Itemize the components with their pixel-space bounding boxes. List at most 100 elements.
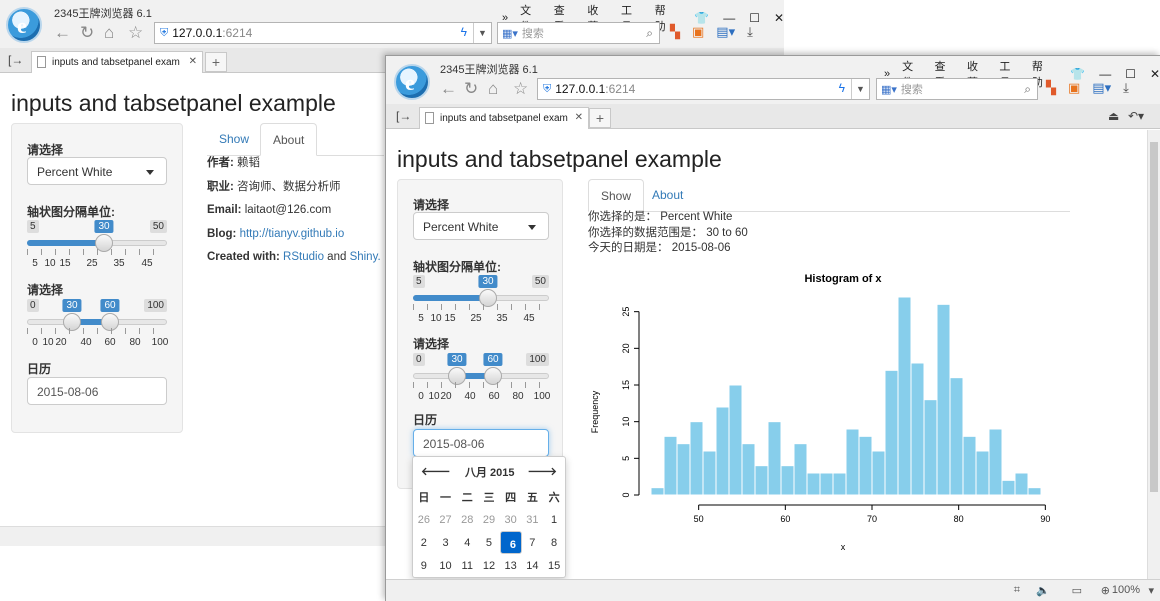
screenshot-icon[interactable]: ▤▾	[1092, 80, 1111, 96]
day-cell[interactable]: 26	[413, 508, 435, 531]
day-cell[interactable]: 31	[522, 508, 544, 531]
range-slider[interactable]: 0 100 30 60 0 10 20 40 60 80 100	[413, 353, 550, 415]
prev-month-icon[interactable]: 🡐	[421, 464, 451, 478]
range-slider[interactable]: 0 100 30 60 0 10 20 40 60 80 100	[27, 299, 168, 361]
back-icon[interactable]: ←	[54, 23, 71, 43]
day-cell[interactable]: 2	[413, 531, 435, 554]
day-cell[interactable]: 9	[413, 554, 435, 577]
day-cell-selected[interactable]: 6	[499, 531, 522, 554]
day-cell[interactable]: 11	[456, 554, 478, 577]
shiny-link[interactable]: Shiny.	[350, 251, 381, 263]
day-cell[interactable]: 14	[522, 554, 544, 577]
apps-icon[interactable]: ▚	[670, 24, 680, 40]
apps-icon[interactable]: ▚	[1046, 80, 1056, 96]
resource-icon[interactable]: ⌗	[1014, 584, 1020, 597]
tick-label: 40	[464, 391, 476, 402]
refresh-icon[interactable]: ↻	[80, 23, 94, 43]
scrollbar-thumb[interactable]	[1150, 142, 1158, 492]
zoom-level[interactable]: 100%	[1112, 584, 1140, 596]
close-button[interactable]: ✕	[774, 11, 784, 25]
histogram-bar	[1001, 479, 1016, 496]
close-button[interactable]: ✕	[1150, 67, 1160, 81]
bins-slider[interactable]: 5 50 30 5 10 15 25 35 45	[27, 220, 167, 282]
download-icon[interactable]: ⤓	[747, 24, 753, 40]
day-cell[interactable]: 4	[456, 531, 478, 554]
date-input[interactable]: 2015-08-06	[413, 429, 549, 457]
star-icon[interactable]: ☆	[128, 23, 143, 43]
tick-label: 20	[55, 337, 67, 348]
search-engine-icon[interactable]: ▦▾	[881, 83, 897, 96]
day-cell[interactable]: 30	[500, 508, 522, 531]
browser-tab[interactable]: inputs and tabsetpanel exam ✕	[31, 51, 203, 73]
new-tab-button[interactable]: +	[589, 108, 611, 128]
search-icon[interactable]: ⌕	[1024, 82, 1031, 97]
home-icon[interactable]: ⌂	[488, 79, 498, 99]
tab-close-icon[interactable]: ✕	[575, 112, 583, 123]
clean-icon[interactable]: ⏏	[1108, 109, 1119, 123]
y-tick-label: 10	[621, 417, 631, 427]
search-box[interactable]: ▦▾ 搜索 ⌕	[497, 22, 660, 44]
address-bar[interactable]: ⛨ 127.0.0.1:6214 ϟ ▼	[537, 78, 870, 100]
lightning-icon[interactable]: ϟ	[461, 25, 467, 39]
day-cell[interactable]: 29	[478, 508, 500, 531]
histogram-bar	[689, 421, 704, 496]
star-icon[interactable]: ☆	[513, 79, 528, 99]
day-cell[interactable]: 3	[435, 531, 457, 554]
sidebar-toggle-icon[interactable]: [→	[8, 53, 23, 67]
zoom-icon[interactable]: ⊕	[1101, 584, 1110, 597]
refresh-icon[interactable]: ↻	[464, 79, 478, 99]
day-cell[interactable]: 27	[435, 508, 457, 531]
chevron-down-icon[interactable]: ▼	[851, 79, 869, 99]
datepicker-title[interactable]: 八月 2015	[465, 464, 515, 480]
next-month-icon[interactable]: 🡒	[528, 464, 558, 478]
blog-link[interactable]: http://tianyv.github.io	[240, 228, 345, 240]
browser-tab[interactable]: inputs and tabsetpanel exam ✕	[419, 107, 589, 129]
undo-icon[interactable]: ↶▾	[1128, 109, 1144, 123]
day-cell[interactable]: 8	[543, 531, 565, 554]
bins-slider[interactable]: 5 50 30 5 10 15 25 35 45	[413, 275, 549, 337]
zoom-chevron-icon[interactable]: ▾	[1148, 584, 1154, 597]
search-box[interactable]: ▦▾ 搜索 ⌕	[876, 78, 1038, 100]
day-cell[interactable]: 13	[500, 554, 522, 577]
back-icon[interactable]: ←	[440, 79, 457, 99]
speaker-icon[interactable]: 🔈	[1036, 584, 1050, 597]
tab-close-icon[interactable]: ✕	[189, 56, 197, 67]
rstudio-link[interactable]: RStudio	[283, 251, 324, 263]
screenshot-icon[interactable]: ▤▾	[716, 24, 735, 40]
vertical-scrollbar[interactable]	[1147, 130, 1160, 579]
new-tab-button[interactable]: +	[205, 52, 227, 72]
home-icon[interactable]: ⌂	[104, 23, 114, 43]
day-cell[interactable]: 12	[478, 554, 500, 577]
sidebar-toggle-icon[interactable]: [→	[396, 109, 411, 123]
image-icon[interactable]: ▣	[1068, 80, 1080, 96]
created-label: Created with:	[207, 251, 280, 263]
tab-show[interactable]: Show	[588, 179, 645, 212]
image-icon[interactable]: ▣	[692, 24, 704, 40]
minimize-button[interactable]: —	[723, 11, 735, 25]
lightning-icon[interactable]: ϟ	[839, 81, 845, 95]
day-cell[interactable]: 7	[522, 531, 544, 554]
date-input[interactable]: 2015-08-06	[27, 377, 167, 405]
maximize-button[interactable]: ☐	[749, 11, 760, 25]
histogram-bar	[715, 406, 730, 496]
page-icon	[425, 112, 434, 124]
shirt-icon[interactable]: 👕	[694, 11, 709, 25]
day-cell[interactable]: 15	[543, 554, 565, 577]
day-cell[interactable]: 5	[478, 531, 500, 554]
slider1-label: 轴状图分隔单位:	[27, 205, 115, 219]
variable-select[interactable]: Percent White	[27, 157, 167, 185]
day-cell[interactable]: 28	[456, 508, 478, 531]
day-cell[interactable]: 1	[543, 508, 565, 531]
search-icon[interactable]: ⌕	[646, 26, 653, 41]
day-cell[interactable]: 10	[435, 554, 457, 577]
variable-select[interactable]: Percent White	[413, 212, 549, 240]
minimize-button[interactable]: —	[1099, 67, 1111, 81]
chevron-down-icon[interactable]: ▼	[473, 23, 491, 43]
shirt-icon[interactable]: 👕	[1070, 67, 1085, 81]
maximize-button[interactable]: ☐	[1125, 67, 1136, 81]
download-icon[interactable]: ⤓	[1123, 80, 1129, 96]
window-icon[interactable]: ▭	[1072, 584, 1082, 597]
search-engine-icon[interactable]: ▦▾	[502, 27, 518, 40]
tab-about[interactable]: About	[640, 179, 695, 212]
address-bar[interactable]: ⛨ 127.0.0.1:6214 ϟ ▼	[154, 22, 492, 44]
